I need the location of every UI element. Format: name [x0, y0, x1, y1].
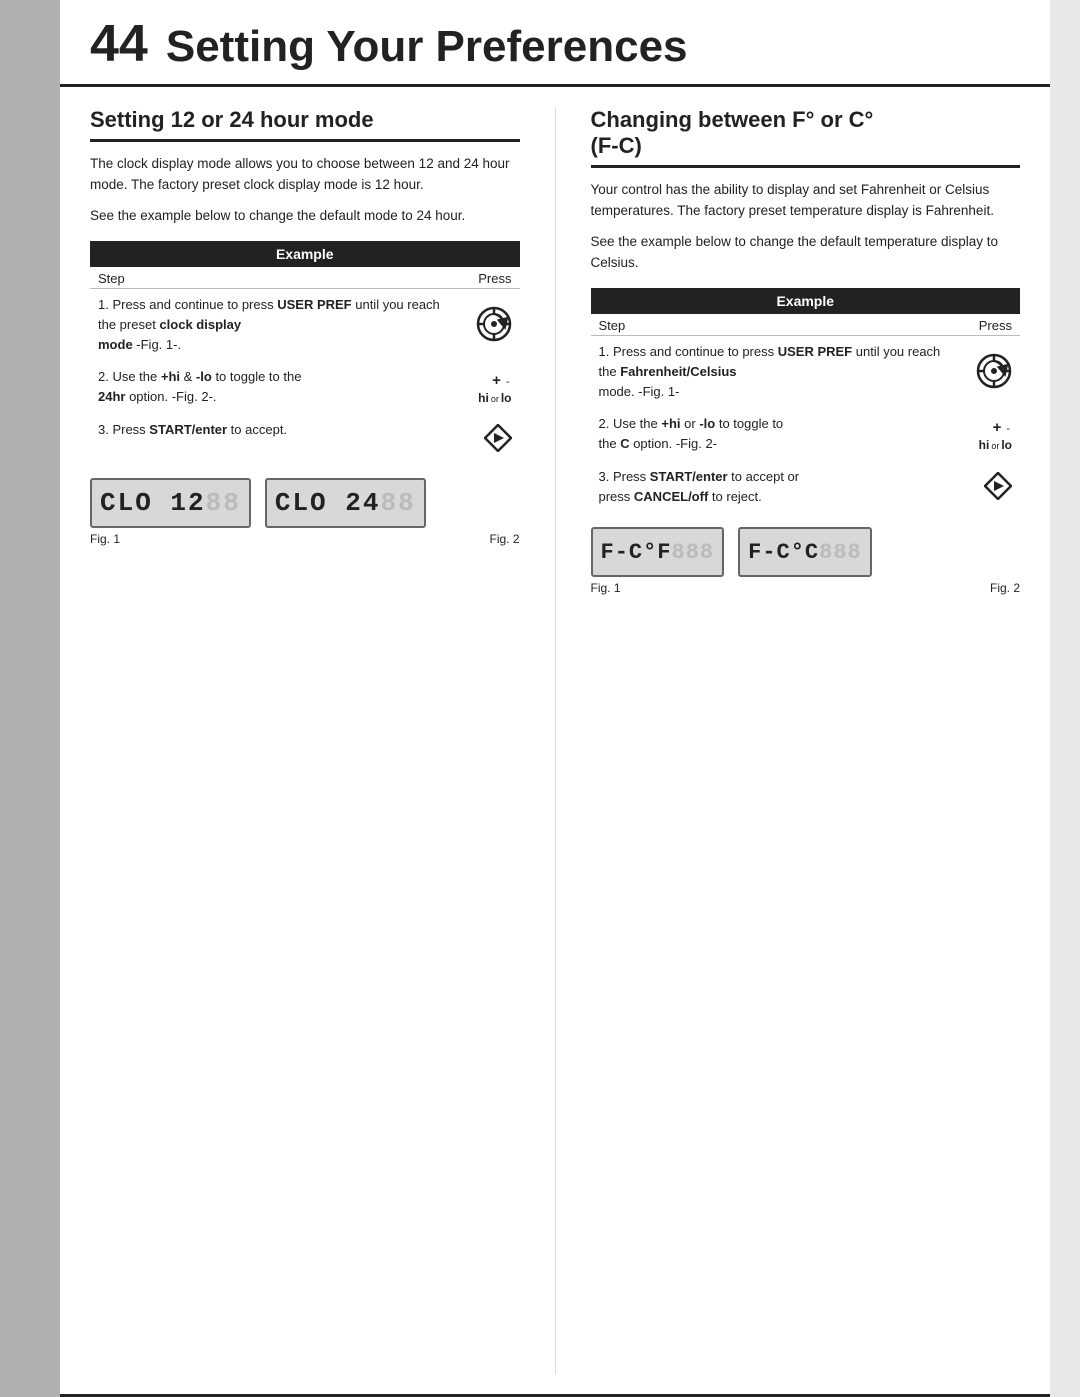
right-col-press: Press: [965, 314, 1020, 336]
right-lcd-fig2: F-C°C888: [738, 527, 872, 577]
left-column: Setting 12 or 24 hour mode The clock dis…: [90, 107, 520, 1374]
right-column: Changing between F° or C° (F-C) Your con…: [591, 107, 1021, 1374]
left-step-2-text: 2. Use the +hi & -lo to toggle to the24h…: [90, 361, 465, 414]
right-step-1-icon: [965, 335, 1020, 408]
right-lcd-fig1: F-C°F888: [591, 527, 725, 577]
right-desc2: See the example below to change the defa…: [591, 232, 1021, 274]
right-step-1-text: 1. Press and continue to press USER PREF…: [591, 335, 966, 408]
left-subhead-row: Step Press: [90, 267, 520, 289]
right-step-2-icon: + - hi or lo: [965, 408, 1020, 461]
left-step-2-icon: + - hi or lo: [465, 361, 520, 414]
left-col-step: Step: [90, 267, 465, 289]
right-section-title: Changing between F° or C° (F-C): [591, 107, 1021, 168]
right-lcd-row: F-C°F888 F-C°C888: [591, 527, 1021, 577]
left-lcd-fig2: CLO 2488: [265, 478, 426, 528]
right-step-3-text: 3. Press START/enter to accept orpress C…: [591, 461, 966, 513]
left-example-label: Example: [90, 241, 520, 267]
main-content: 44 Setting Your Preferences Setting 12 o…: [60, 0, 1050, 1397]
right-subhead-row: Step Press: [591, 314, 1021, 336]
start-icon: [484, 424, 512, 452]
left-step-3-icon: [465, 414, 520, 464]
left-lcd-fig1: CLO 1288: [90, 478, 251, 528]
left-desc2: See the example below to change the defa…: [90, 206, 520, 227]
left-col-press: Press: [465, 267, 520, 289]
left-fig-row: Fig. 1 Fig. 2: [90, 532, 520, 546]
right-desc1: Your control has the ability to display …: [591, 180, 1021, 222]
page-header: 44 Setting Your Preferences: [60, 0, 1050, 87]
left-lcd-row: CLO 1288 CLO 2488: [90, 478, 520, 528]
left-step-3: 3. Press START/enter to accept.: [90, 414, 520, 464]
page-number: 44: [90, 18, 148, 70]
left-sidebar: [0, 0, 60, 1397]
page-wrapper: 44 Setting Your Preferences Setting 12 o…: [0, 0, 1080, 1397]
left-example-table: Example Step Press 1. Press and continue…: [90, 241, 520, 464]
right-step-2: 2. Use the +hi or -lo to toggle tothe C …: [591, 408, 1021, 461]
left-step-1-icon: [465, 288, 520, 361]
left-step-1-text: 1. Press and continue to press USER PREF…: [90, 288, 465, 361]
content-area: Setting 12 or 24 hour mode The clock dis…: [60, 87, 1050, 1394]
right-step-3-icon: [965, 461, 1020, 513]
right-example-table: Example Step Press 1. Press and continue…: [591, 288, 1021, 513]
user-pref-icon: [476, 306, 512, 342]
right-step-2-text: 2. Use the +hi or -lo to toggle tothe C …: [591, 408, 966, 461]
page-title: Setting Your Preferences: [166, 25, 688, 69]
left-fig2-label: Fig. 2: [489, 532, 519, 546]
right-step-3: 3. Press START/enter to accept orpress C…: [591, 461, 1021, 513]
left-fig1-label: Fig. 1: [90, 532, 120, 546]
left-step-1: 1. Press and continue to press USER PREF…: [90, 288, 520, 361]
right-step-1: 1. Press and continue to press USER PREF…: [591, 335, 1021, 408]
hi-lo-icon: + - hi or lo: [478, 371, 511, 406]
left-step-2: 2. Use the +hi & -lo to toggle to the24h…: [90, 361, 520, 414]
right-col-step: Step: [591, 314, 966, 336]
start-icon-right: [984, 472, 1012, 500]
right-fig1-label: Fig. 1: [591, 581, 621, 595]
user-pref-icon-right: [976, 353, 1012, 389]
left-section-title: Setting 12 or 24 hour mode: [90, 107, 520, 142]
right-fig-row: Fig. 1 Fig. 2: [591, 581, 1021, 595]
right-sidebar: [1050, 0, 1080, 1397]
hi-lo-icon-right: + - hi or lo: [979, 418, 1012, 453]
column-divider: [555, 107, 556, 1374]
left-step-3-text: 3. Press START/enter to accept.: [90, 414, 465, 464]
left-desc1: The clock display mode allows you to cho…: [90, 154, 520, 196]
right-fig2-label: Fig. 2: [990, 581, 1020, 595]
right-example-label: Example: [591, 288, 1021, 314]
